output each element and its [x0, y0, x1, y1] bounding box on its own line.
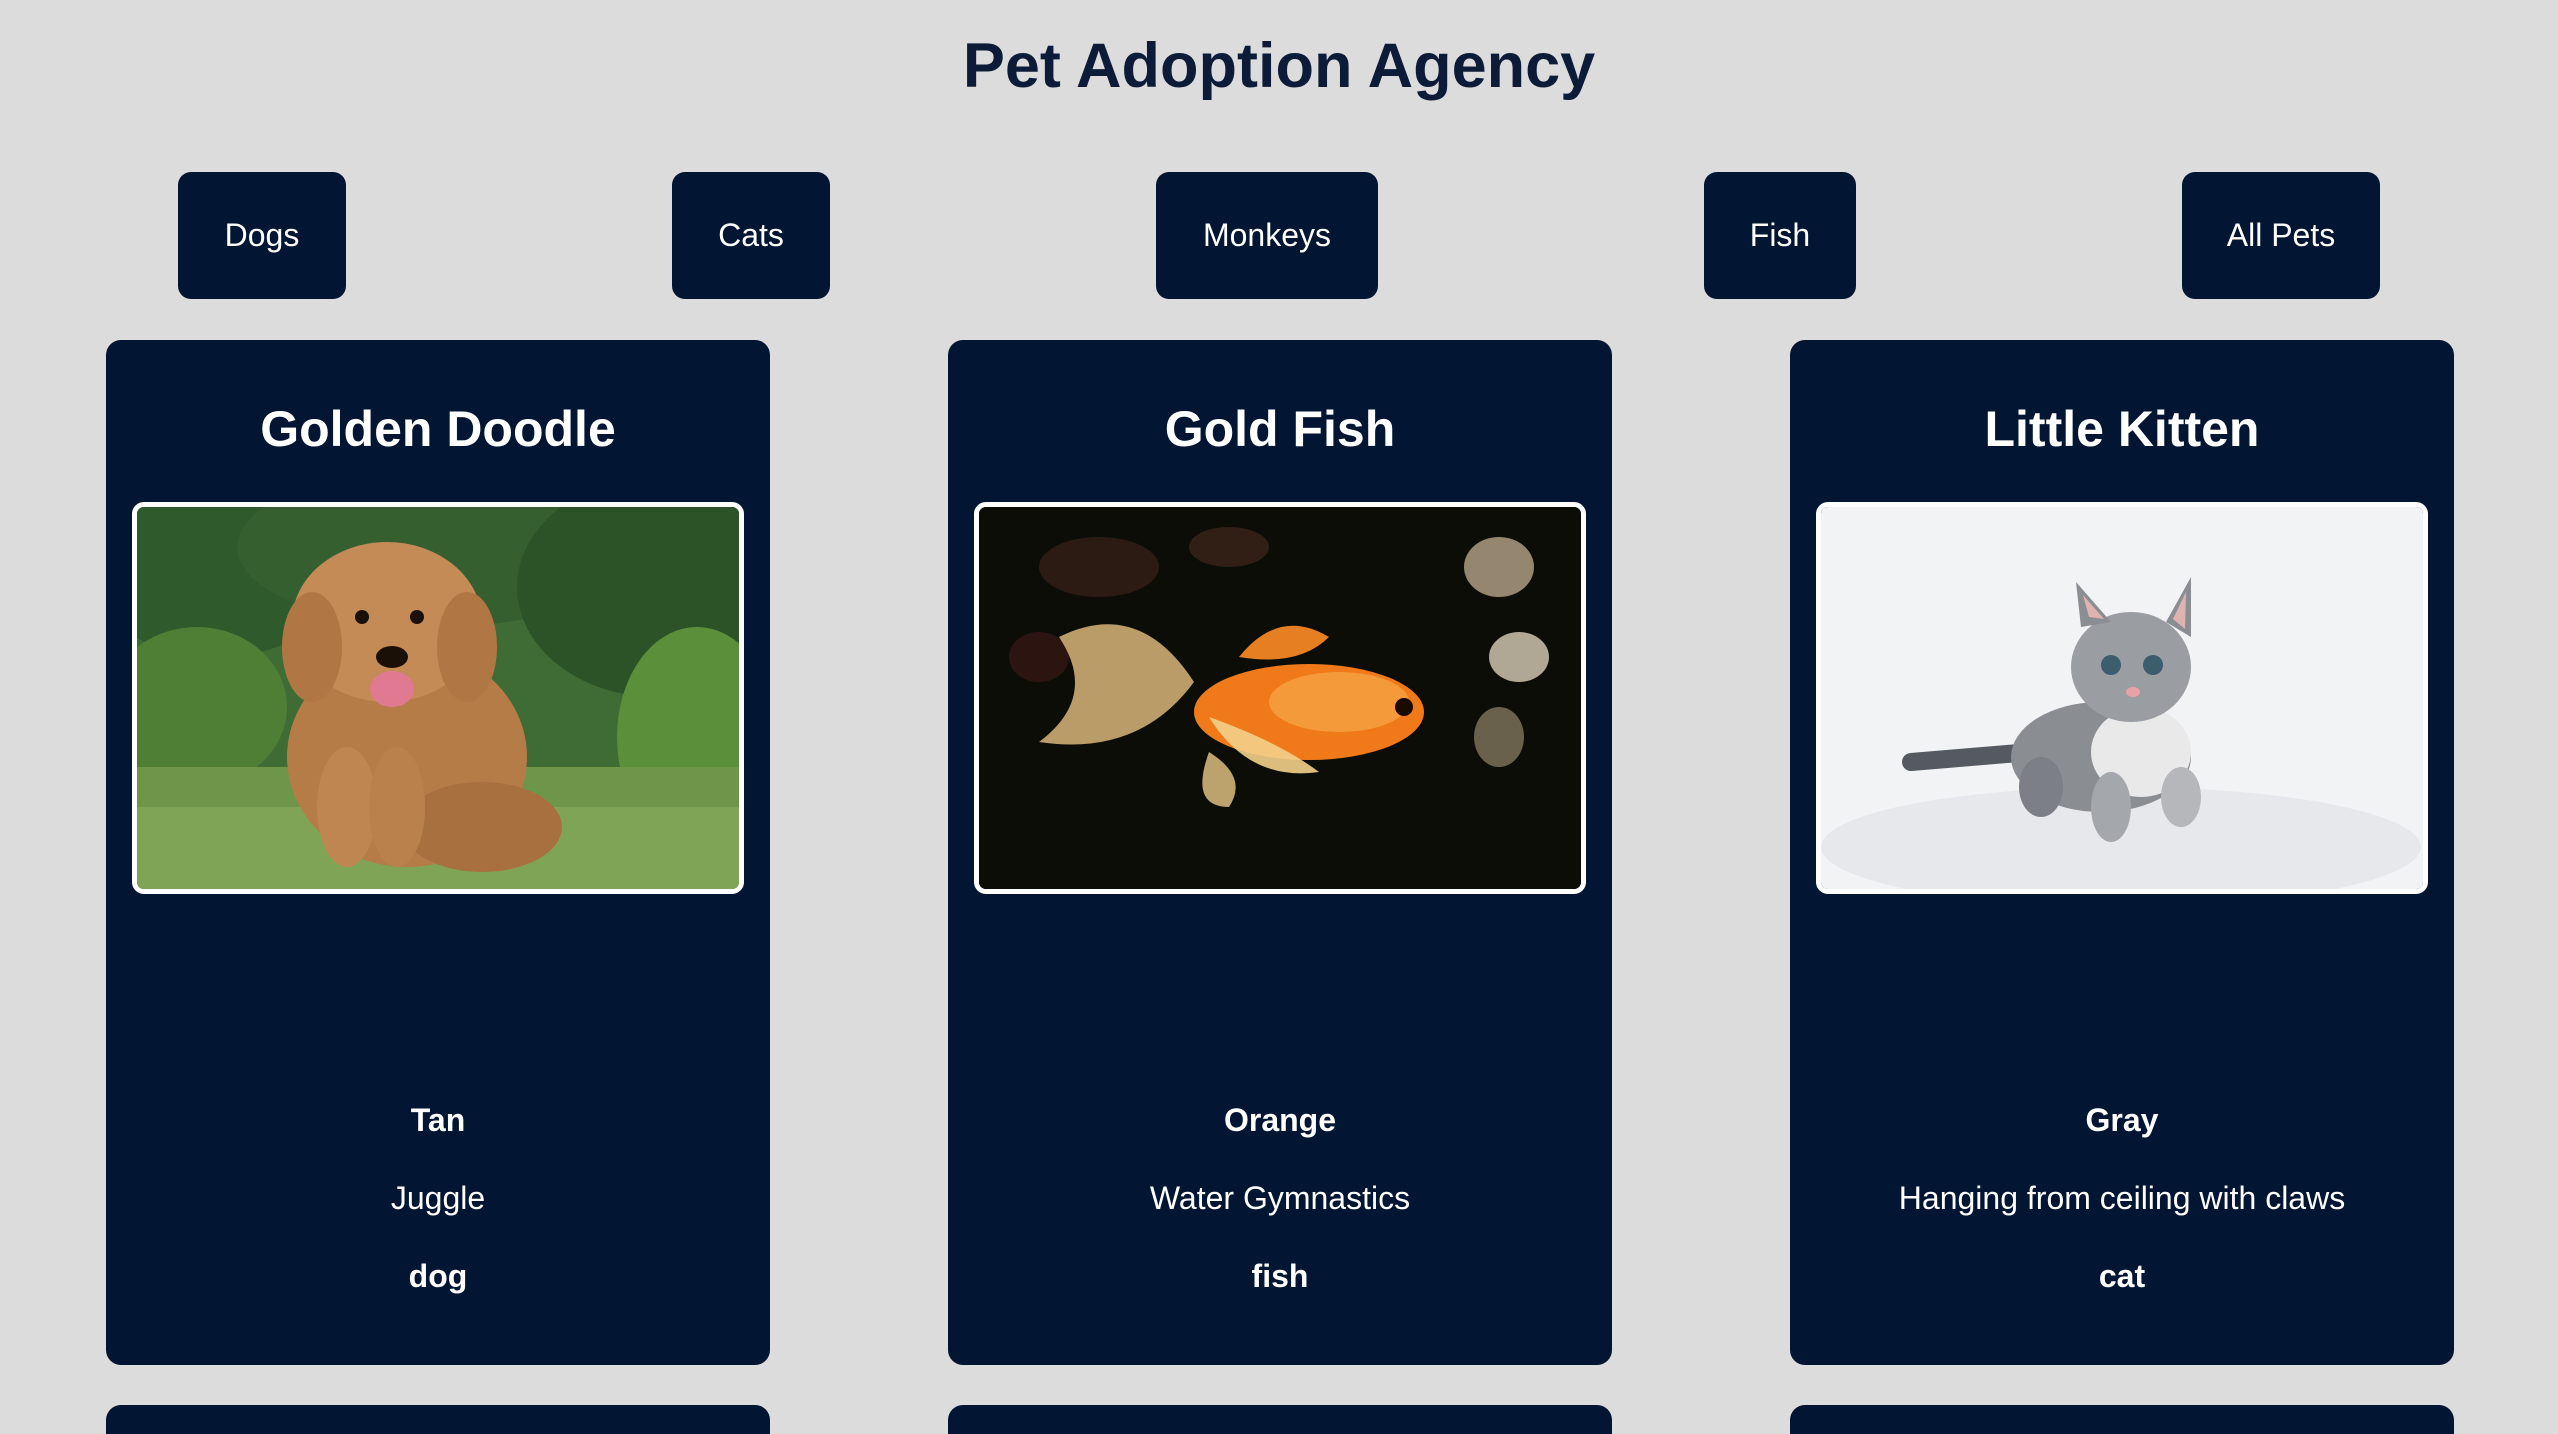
pet-card[interactable]: [948, 1405, 1612, 1434]
pet-name: Little Kitten: [1984, 401, 2260, 457]
pet-color: Orange: [1223, 1102, 1337, 1138]
pet-name: Golden Doodle: [260, 401, 616, 457]
filter-fish-button[interactable]: Fish: [1704, 172, 1856, 299]
pet-card[interactable]: Golden Doodle Tan Juggle dog: [106, 340, 770, 1365]
pet-name: Gold Fish: [1164, 401, 1396, 457]
goldfish-photo: [974, 502, 1586, 894]
pet-trick: Hanging from ceiling with claws: [1898, 1180, 2346, 1216]
filter-cats-button[interactable]: Cats: [672, 172, 830, 299]
pet-type: cat: [2098, 1258, 2146, 1294]
pet-type: fish: [1251, 1258, 1309, 1294]
filter-all-pets-button[interactable]: All Pets: [2182, 172, 2380, 299]
pet-trick: Water Gymnastics: [1149, 1180, 1411, 1216]
pet-color: Gray: [2085, 1102, 2159, 1138]
kitten-photo: [1816, 502, 2428, 894]
pet-adoption-page: Pet Adoption Agency Dogs Cats Monkeys Fi…: [0, 0, 2558, 1434]
golden-doodle-photo: [132, 502, 744, 894]
pet-card[interactable]: [106, 1405, 770, 1434]
pet-trick: Juggle: [390, 1180, 486, 1216]
page-title: Pet Adoption Agency: [962, 31, 1596, 101]
pet-card[interactable]: Little Kitten Gray Hanging from ceiling …: [1790, 340, 2454, 1365]
pet-card[interactable]: Gold Fish Orange Water Gymnastics fish: [948, 340, 1612, 1365]
filter-dogs-button[interactable]: Dogs: [178, 172, 346, 299]
pet-color: Tan: [410, 1102, 466, 1138]
pet-type: dog: [408, 1258, 468, 1294]
filter-monkeys-button[interactable]: Monkeys: [1156, 172, 1378, 299]
pet-card[interactable]: [1790, 1405, 2454, 1434]
